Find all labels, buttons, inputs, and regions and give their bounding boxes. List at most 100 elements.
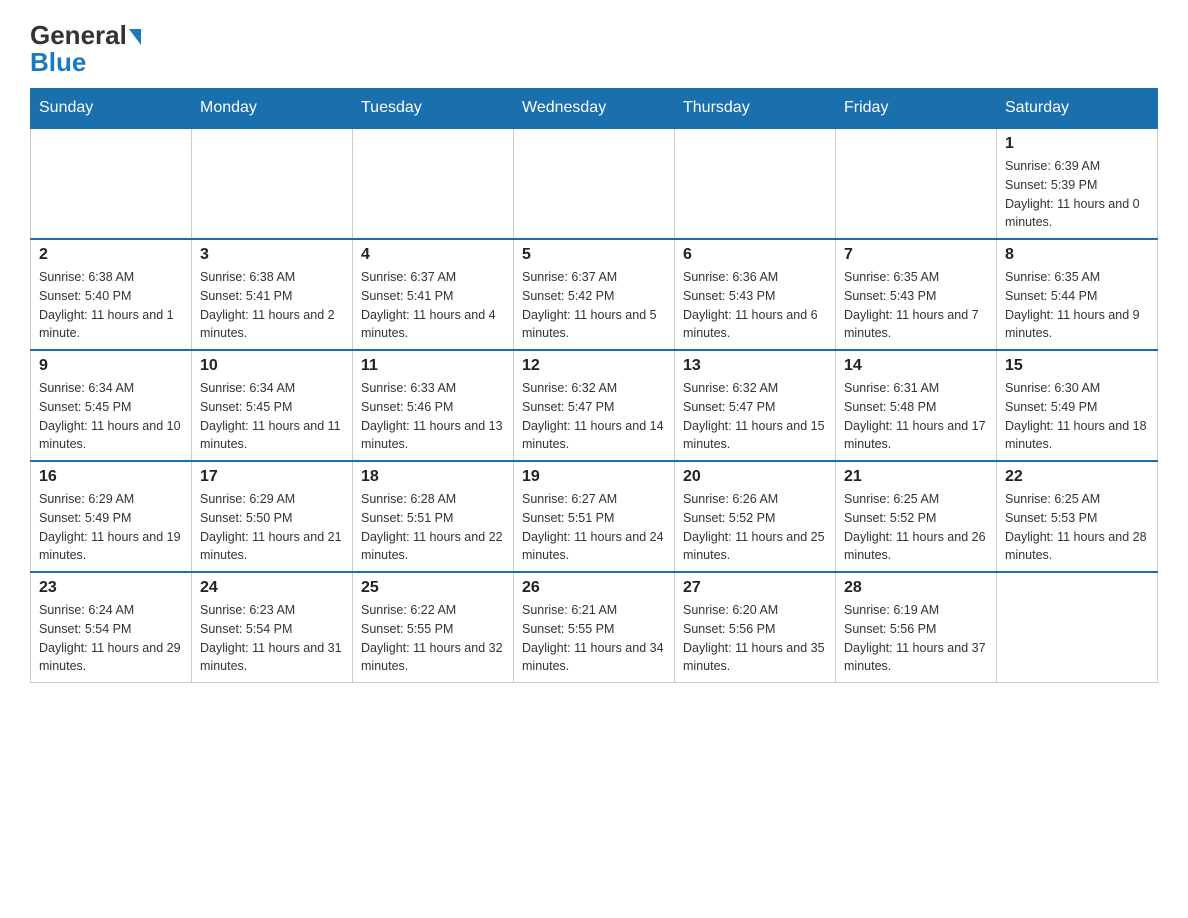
calendar-cell: 23 Sunrise: 6:24 AM Sunset: 5:54 PM Dayli… (31, 572, 192, 683)
calendar-week-1: 2 Sunrise: 6:38 AM Sunset: 5:40 PM Daylig… (31, 239, 1158, 350)
calendar-cell: 18 Sunrise: 6:28 AM Sunset: 5:51 PM Dayli… (353, 461, 514, 572)
day-header-wednesday: Wednesday (514, 89, 675, 129)
calendar-cell: 5 Sunrise: 6:37 AM Sunset: 5:42 PM Daylig… (514, 239, 675, 350)
calendar-header-row: SundayMondayTuesdayWednesdayThursdayFrid… (31, 89, 1158, 129)
calendar-cell: 26 Sunrise: 6:21 AM Sunset: 5:55 PM Dayli… (514, 572, 675, 683)
calendar-cell: 14 Sunrise: 6:31 AM Sunset: 5:48 PM Dayli… (836, 350, 997, 461)
day-number: 9 (39, 357, 183, 375)
calendar-week-4: 23 Sunrise: 6:24 AM Sunset: 5:54 PM Dayli… (31, 572, 1158, 683)
calendar-cell: 6Sunrise: 6:36 AM Sunset: 5:43 PM Daylig… (675, 239, 836, 350)
calendar-week-2: 9 Sunrise: 6:34 AM Sunset: 5:45 PM Daylig… (31, 350, 1158, 461)
day-info: Sunrise: 6:38 AM Sunset: 5:40 PM Dayligh… (39, 268, 183, 343)
day-info: Sunrise: 6:32 AM Sunset: 5:47 PM Dayligh… (683, 379, 827, 454)
calendar-cell: 25 Sunrise: 6:22 AM Sunset: 5:55 PM Dayli… (353, 572, 514, 683)
calendar-cell: 10Sunrise: 6:34 AM Sunset: 5:45 PM Dayli… (192, 350, 353, 461)
day-info: Sunrise: 6:20 AM Sunset: 5:56 PM Dayligh… (683, 601, 827, 676)
calendar-cell (997, 572, 1158, 683)
logo-arrow-icon (129, 29, 141, 45)
day-number: 28 (844, 579, 988, 597)
calendar-cell: 28 Sunrise: 6:19 AM Sunset: 5:56 PM Dayli… (836, 572, 997, 683)
day-number: 3 (200, 246, 344, 264)
calendar-cell: 15 Sunrise: 6:30 AM Sunset: 5:49 PM Dayli… (997, 350, 1158, 461)
day-header-thursday: Thursday (675, 89, 836, 129)
calendar-cell: 11 Sunrise: 6:33 AM Sunset: 5:46 PM Dayli… (353, 350, 514, 461)
calendar-cell (31, 128, 192, 239)
day-info: Sunrise: 6:24 AM Sunset: 5:54 PM Dayligh… (39, 601, 183, 676)
day-info: Sunrise: 6:22 AM Sunset: 5:55 PM Dayligh… (361, 601, 505, 676)
calendar-cell (353, 128, 514, 239)
day-number: 7 (844, 246, 988, 264)
day-number: 20 (683, 468, 827, 486)
day-header-saturday: Saturday (997, 89, 1158, 129)
calendar-cell: 17 Sunrise: 6:29 AM Sunset: 5:50 PM Dayli… (192, 461, 353, 572)
day-info: Sunrise: 6:27 AM Sunset: 5:51 PM Dayligh… (522, 490, 666, 565)
day-number: 8 (1005, 246, 1149, 264)
day-info: Sunrise: 6:28 AM Sunset: 5:51 PM Dayligh… (361, 490, 505, 565)
day-info: Sunrise: 6:35 AM Sunset: 5:43 PM Dayligh… (844, 268, 988, 343)
day-info: Sunrise: 6:35 AM Sunset: 5:44 PM Dayligh… (1005, 268, 1149, 343)
day-info: Sunrise: 6:34 AM Sunset: 5:45 PM Dayligh… (200, 379, 344, 454)
day-number: 15 (1005, 357, 1149, 375)
day-info: Sunrise: 6:19 AM Sunset: 5:56 PM Dayligh… (844, 601, 988, 676)
day-header-sunday: Sunday (31, 89, 192, 129)
calendar-cell: 4 Sunrise: 6:37 AM Sunset: 5:41 PM Daylig… (353, 239, 514, 350)
calendar-cell: 20 Sunrise: 6:26 AM Sunset: 5:52 PM Dayli… (675, 461, 836, 572)
calendar-cell: 1 Sunrise: 6:39 AM Sunset: 5:39 PM Daylig… (997, 128, 1158, 239)
day-number: 5 (522, 246, 666, 264)
day-number: 18 (361, 468, 505, 486)
calendar-cell: 7 Sunrise: 6:35 AM Sunset: 5:43 PM Daylig… (836, 239, 997, 350)
day-info: Sunrise: 6:33 AM Sunset: 5:46 PM Dayligh… (361, 379, 505, 454)
day-number: 22 (1005, 468, 1149, 486)
day-info: Sunrise: 6:21 AM Sunset: 5:55 PM Dayligh… (522, 601, 666, 676)
calendar-week-0: 1 Sunrise: 6:39 AM Sunset: 5:39 PM Daylig… (31, 128, 1158, 239)
day-info: Sunrise: 6:29 AM Sunset: 5:50 PM Dayligh… (200, 490, 344, 565)
calendar-cell: 13 Sunrise: 6:32 AM Sunset: 5:47 PM Dayli… (675, 350, 836, 461)
day-info: Sunrise: 6:39 AM Sunset: 5:39 PM Dayligh… (1005, 157, 1149, 232)
day-number: 27 (683, 579, 827, 597)
day-info: Sunrise: 6:34 AM Sunset: 5:45 PM Dayligh… (39, 379, 183, 454)
day-number: 17 (200, 468, 344, 486)
calendar-cell (836, 128, 997, 239)
calendar-cell (514, 128, 675, 239)
day-header-friday: Friday (836, 89, 997, 129)
day-info: Sunrise: 6:32 AM Sunset: 5:47 PM Dayligh… (522, 379, 666, 454)
calendar-table: SundayMondayTuesdayWednesdayThursdayFrid… (30, 88, 1158, 683)
day-number: 13 (683, 357, 827, 375)
logo: General Blue (30, 20, 141, 78)
calendar-cell: 16 Sunrise: 6:29 AM Sunset: 5:49 PM Dayli… (31, 461, 192, 572)
day-info: Sunrise: 6:31 AM Sunset: 5:48 PM Dayligh… (844, 379, 988, 454)
calendar-cell: 12Sunrise: 6:32 AM Sunset: 5:47 PM Dayli… (514, 350, 675, 461)
day-info: Sunrise: 6:26 AM Sunset: 5:52 PM Dayligh… (683, 490, 827, 565)
day-number: 14 (844, 357, 988, 375)
day-number: 1 (1005, 135, 1149, 153)
calendar-cell (675, 128, 836, 239)
calendar-cell: 2 Sunrise: 6:38 AM Sunset: 5:40 PM Daylig… (31, 239, 192, 350)
day-header-monday: Monday (192, 89, 353, 129)
calendar-cell: 8 Sunrise: 6:35 AM Sunset: 5:44 PM Daylig… (997, 239, 1158, 350)
day-number: 16 (39, 468, 183, 486)
day-info: Sunrise: 6:25 AM Sunset: 5:53 PM Dayligh… (1005, 490, 1149, 565)
day-number: 25 (361, 579, 505, 597)
day-info: Sunrise: 6:23 AM Sunset: 5:54 PM Dayligh… (200, 601, 344, 676)
day-number: 4 (361, 246, 505, 264)
calendar-cell: 22 Sunrise: 6:25 AM Sunset: 5:53 PM Dayli… (997, 461, 1158, 572)
day-info: Sunrise: 6:37 AM Sunset: 5:41 PM Dayligh… (361, 268, 505, 343)
day-number: 21 (844, 468, 988, 486)
day-number: 11 (361, 357, 505, 375)
calendar-cell: 9 Sunrise: 6:34 AM Sunset: 5:45 PM Daylig… (31, 350, 192, 461)
logo-blue-text: Blue (30, 47, 86, 78)
day-info: Sunrise: 6:29 AM Sunset: 5:49 PM Dayligh… (39, 490, 183, 565)
day-number: 26 (522, 579, 666, 597)
day-number: 23 (39, 579, 183, 597)
calendar-cell: 24 Sunrise: 6:23 AM Sunset: 5:54 PM Dayli… (192, 572, 353, 683)
calendar-week-3: 16 Sunrise: 6:29 AM Sunset: 5:49 PM Dayli… (31, 461, 1158, 572)
day-info: Sunrise: 6:37 AM Sunset: 5:42 PM Dayligh… (522, 268, 666, 343)
day-info: Sunrise: 6:30 AM Sunset: 5:49 PM Dayligh… (1005, 379, 1149, 454)
day-header-tuesday: Tuesday (353, 89, 514, 129)
day-info: Sunrise: 6:36 AM Sunset: 5:43 PM Dayligh… (683, 268, 827, 343)
day-number: 24 (200, 579, 344, 597)
calendar-cell: 21Sunrise: 6:25 AM Sunset: 5:52 PM Dayli… (836, 461, 997, 572)
calendar-cell: 19Sunrise: 6:27 AM Sunset: 5:51 PM Dayli… (514, 461, 675, 572)
day-number: 2 (39, 246, 183, 264)
calendar-cell: 3Sunrise: 6:38 AM Sunset: 5:41 PM Daylig… (192, 239, 353, 350)
